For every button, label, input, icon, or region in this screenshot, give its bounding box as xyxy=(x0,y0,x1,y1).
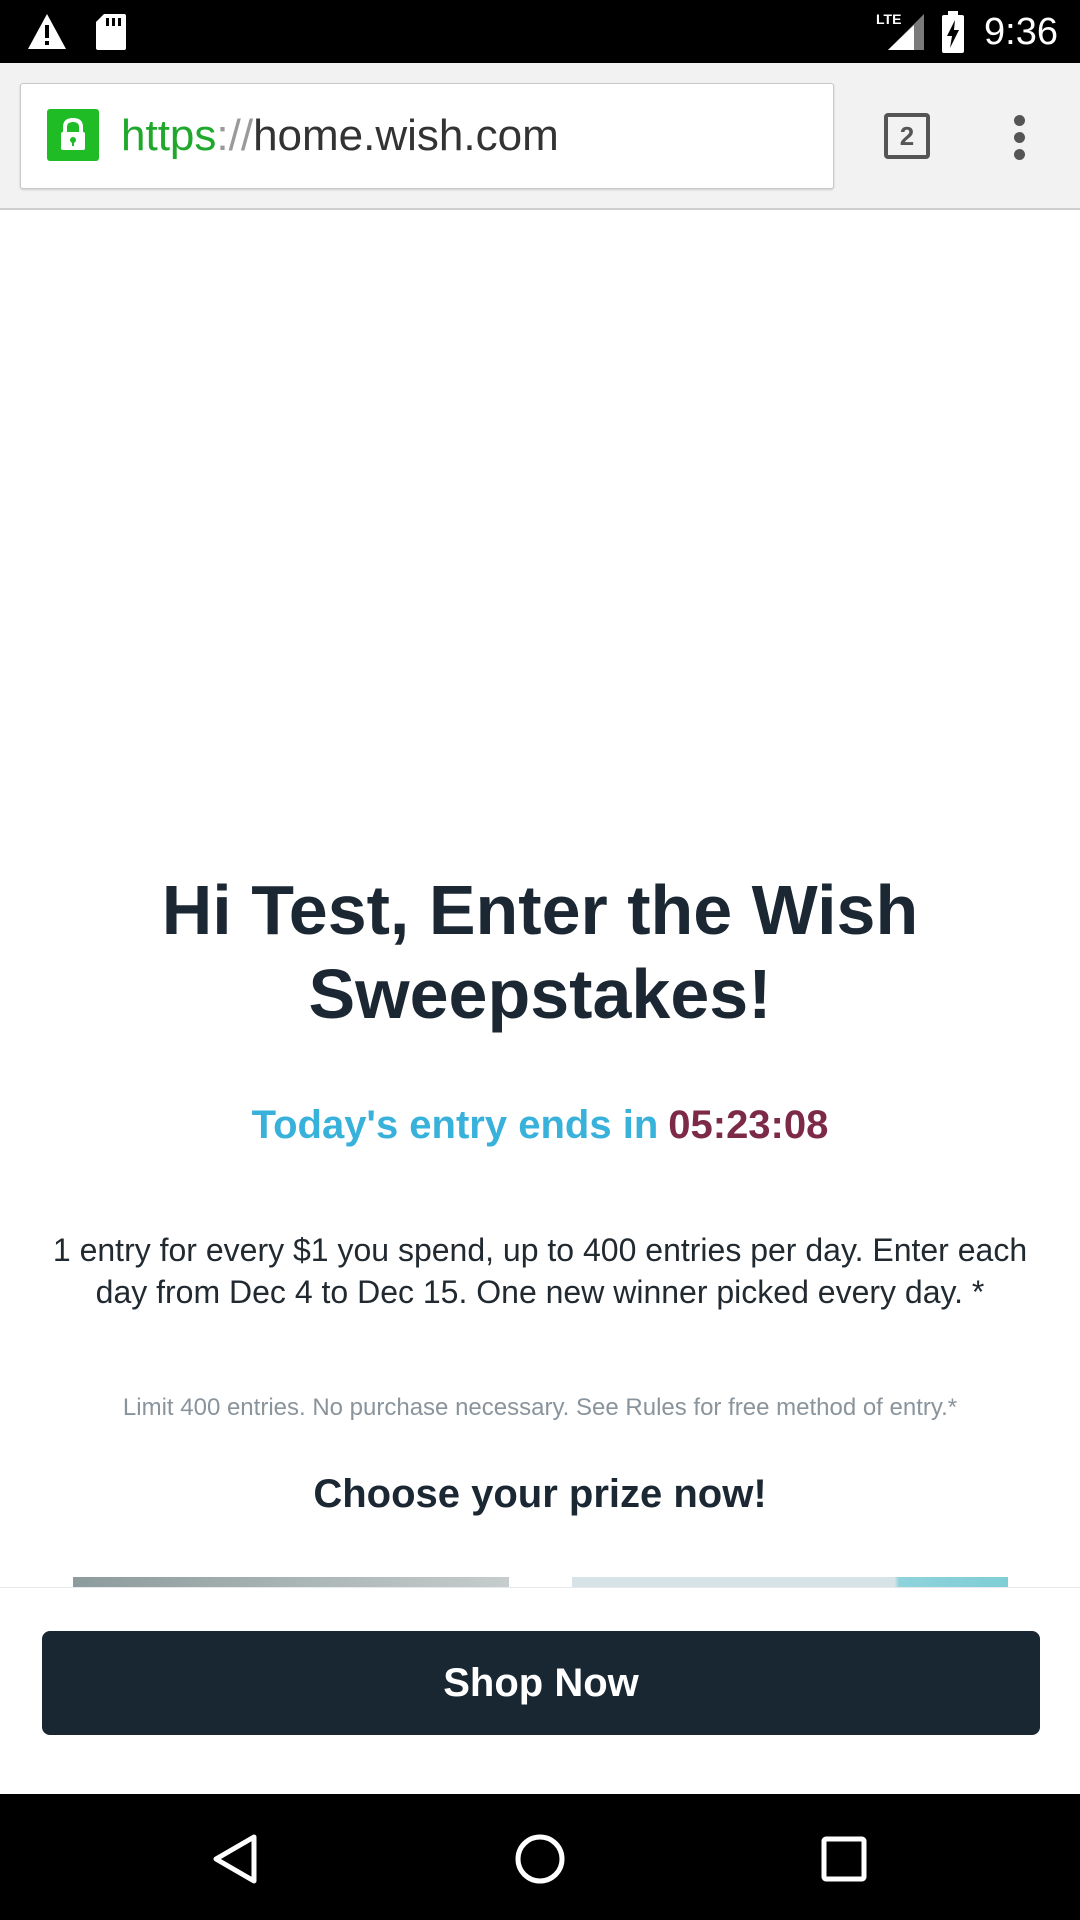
lock-icon[interactable] xyxy=(47,109,99,161)
url-bar[interactable]: https://home.wish.com xyxy=(20,83,834,189)
prize-heading: Choose your prize now! xyxy=(313,1472,767,1516)
prize-card[interactable] xyxy=(73,1577,509,1587)
home-icon[interactable] xyxy=(500,1819,580,1899)
sd-card-icon xyxy=(96,14,126,50)
prize-card[interactable] xyxy=(572,1577,1008,1587)
warning-icon xyxy=(28,14,66,49)
url-host: home.wish.com xyxy=(253,111,559,160)
svg-text:LTE: LTE xyxy=(876,11,901,27)
timer-label: Today's entry ends in xyxy=(251,1103,659,1147)
browser-toolbar: https://home.wish.com 2 xyxy=(0,63,1080,210)
recents-icon[interactable] xyxy=(804,1819,884,1899)
navigation-bar xyxy=(0,1794,1080,1920)
tab-switcher-icon[interactable]: 2 xyxy=(884,113,930,159)
status-bar: LTE 9:36 xyxy=(0,0,1080,63)
status-time: 9:36 xyxy=(984,11,1058,53)
shop-now-button[interactable]: Shop Now xyxy=(42,1631,1040,1735)
sweepstakes-description: 1 entry for every $1 you spend, up to 40… xyxy=(52,1232,1028,1310)
timer-value: 05:23:08 xyxy=(668,1103,829,1147)
disclaimer-text: Limit 400 entries. No purchase necessary… xyxy=(122,1394,958,1421)
signal-icon: LTE xyxy=(876,11,924,50)
cta-footer: Shop Now xyxy=(0,1587,1080,1794)
back-icon[interactable] xyxy=(196,1819,276,1899)
page-title: Hi Test, Enter the Wish Sweepstakes! xyxy=(161,871,919,1033)
page-content: Hi Test, Enter the Wish Sweepstakes! Tod… xyxy=(0,212,1080,1587)
url-scheme: https xyxy=(121,111,217,160)
entry-timer: Today's entry ends in 05:23:08 xyxy=(0,1100,1080,1150)
overflow-menu-icon[interactable] xyxy=(1000,113,1040,163)
url-text[interactable]: https://home.wish.com xyxy=(121,108,559,164)
url-separator: :// xyxy=(216,111,254,160)
battery-charging-icon xyxy=(942,11,964,53)
